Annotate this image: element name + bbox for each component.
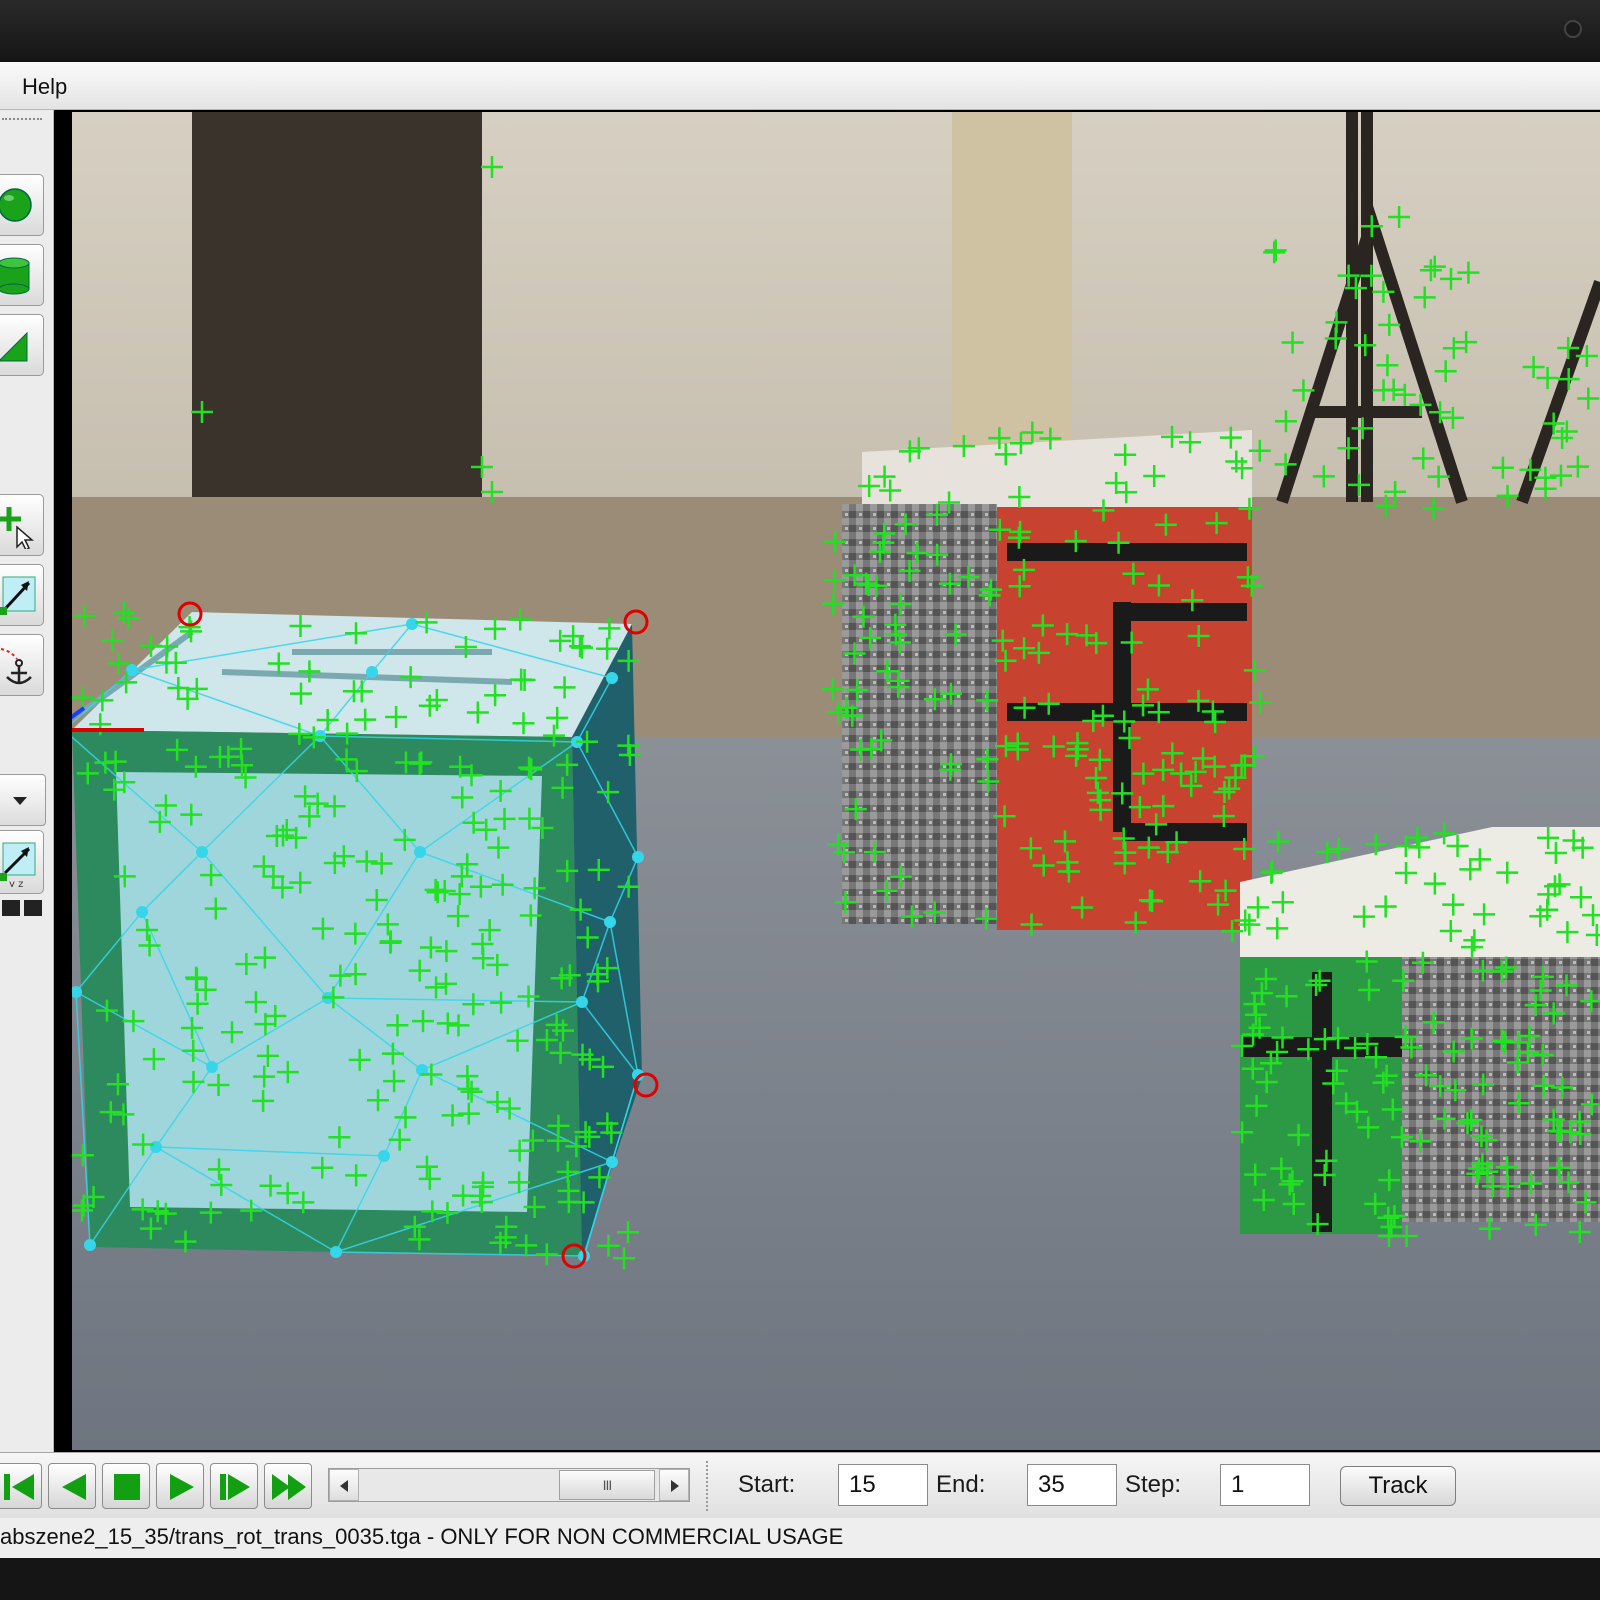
play-button[interactable]: [156, 1463, 204, 1509]
sphere-icon: [0, 188, 32, 222]
step-input[interactable]: [1220, 1464, 1310, 1506]
add-point-tool-button[interactable]: [0, 494, 44, 556]
video-viewport[interactable]: [72, 112, 1600, 1450]
end-frame-input[interactable]: [1027, 1464, 1117, 1506]
mesh-vertex[interactable]: [84, 1239, 96, 1251]
anchor-tool-button[interactable]: [0, 634, 44, 696]
menubar: Help: [0, 62, 1600, 110]
fast-forward-button[interactable]: [264, 1463, 312, 1509]
fast-forward-icon: [272, 1474, 306, 1500]
svg-text:y z: y z: [9, 879, 23, 887]
chevron-down-icon: [13, 797, 27, 805]
mesh-vertex[interactable]: [576, 996, 588, 1008]
window-titlebar: [0, 0, 1600, 62]
skip-to-start-icon: [4, 1474, 34, 1500]
stop-button[interactable]: [102, 1463, 150, 1509]
status-text: abszene2_15_35/trans_rot_trans_0035.tga …: [0, 1524, 844, 1549]
axis-arrow-icon: y z: [0, 842, 36, 887]
mesh-vertex[interactable]: [606, 1156, 618, 1168]
chevron-right-icon: [671, 1480, 679, 1492]
mesh-vertex[interactable]: [330, 1246, 342, 1258]
layout-block-icon: [24, 900, 42, 916]
scroll-left-button[interactable]: [329, 1469, 359, 1501]
axis-tool-button[interactable]: y z: [0, 830, 44, 894]
mesh-vertex[interactable]: [606, 672, 618, 684]
track-button[interactable]: Track: [1340, 1466, 1456, 1506]
scroll-right-button[interactable]: [659, 1469, 689, 1501]
wedge-tool-button[interactable]: [0, 314, 44, 376]
window-bottom-edge: [0, 1558, 1600, 1600]
tracking-scene[interactable]: [72, 112, 1600, 1450]
dark-doorway: [192, 112, 482, 502]
mesh-vertex[interactable]: [414, 846, 426, 858]
mesh-vertex[interactable]: [196, 846, 208, 858]
stop-icon: [114, 1474, 140, 1500]
layout-block-icon: [2, 900, 20, 916]
toolbar-separator: [706, 1461, 710, 1511]
left-toolbar: y z: [0, 110, 54, 1452]
mesh-vertex[interactable]: [604, 916, 616, 928]
sphere-tool-button[interactable]: [0, 174, 44, 236]
step-forward-button[interactable]: [210, 1463, 258, 1509]
mesh-vertex[interactable]: [150, 1141, 162, 1153]
wedge-icon: [0, 331, 28, 362]
mesh-vertex[interactable]: [366, 666, 378, 678]
toolbar-grip[interactable]: [2, 118, 42, 124]
mesh-vertex[interactable]: [406, 618, 418, 630]
step-forward-icon: [220, 1474, 250, 1500]
cylinder-tool-button[interactable]: [0, 244, 44, 306]
mesh-vertex[interactable]: [314, 730, 326, 742]
skip-to-start-button[interactable]: [0, 1463, 42, 1509]
start-label: Start:: [738, 1471, 796, 1498]
playback-toolbar: III Start: End: Step: Track: [0, 1452, 1600, 1518]
menu-help[interactable]: Help: [22, 74, 67, 100]
mesh-vertex[interactable]: [632, 851, 644, 863]
start-frame-input[interactable]: [838, 1464, 928, 1506]
scroll-thumb[interactable]: III: [559, 1470, 655, 1500]
play-icon: [170, 1474, 194, 1500]
mesh-vertex[interactable]: [136, 906, 148, 918]
red-box-textured-side: [842, 504, 997, 924]
anchor-icon: [0, 648, 32, 685]
end-label: End:: [936, 1471, 986, 1498]
mesh-vertex[interactable]: [206, 1061, 218, 1073]
cube-front-panel: [116, 772, 542, 1212]
green-box: [1240, 827, 1600, 1234]
vector-arrow-icon: [0, 576, 36, 615]
step-back-button[interactable]: [48, 1463, 96, 1509]
chevron-left-icon: [340, 1480, 348, 1492]
vector-tool-button[interactable]: [0, 564, 44, 626]
add-point-cursor-icon: [0, 507, 35, 549]
cylinder-icon: [0, 257, 30, 295]
step-label: Step:: [1125, 1471, 1182, 1498]
frame-scrollbar[interactable]: III: [328, 1468, 690, 1502]
step-back-icon: [62, 1474, 86, 1500]
window-control-button[interactable]: [1564, 20, 1582, 38]
mesh-vertex[interactable]: [378, 1150, 390, 1162]
tool-dropdown[interactable]: [0, 774, 46, 826]
mesh-vertex[interactable]: [126, 664, 138, 676]
layout-toggle[interactable]: [2, 900, 42, 916]
status-bar: abszene2_15_35/trans_rot_trans_0035.tga …: [0, 1518, 1600, 1558]
